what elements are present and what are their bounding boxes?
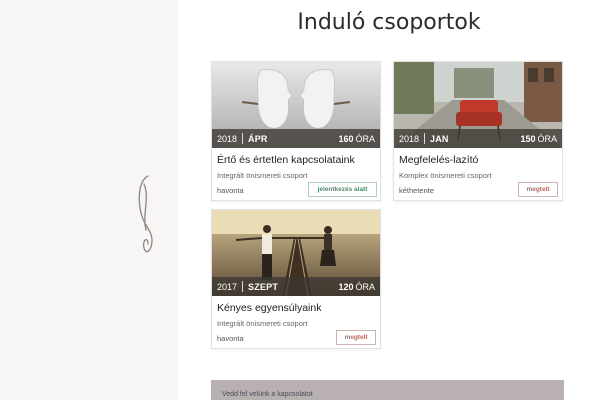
card-hours-unit: ÓRA [355, 133, 375, 144]
card-hours-unit: ÓRA [537, 133, 557, 144]
card-frequency: kéthetente [399, 186, 435, 195]
card-hours: 120 ÓRA [338, 282, 375, 292]
card-hours: 150 ÓRA [520, 134, 557, 144]
course-card[interactable]: 2018 ÁPR 160 ÓRA Értő és értetlen kapcsol… [211, 61, 381, 201]
bar-divider [424, 133, 426, 144]
contact-footer: Vedd fel velünk a kapcsolatot [211, 380, 564, 400]
card-month: ÁPR [248, 133, 268, 144]
full-status-button[interactable]: megtelt [518, 182, 558, 197]
card-title[interactable]: Értő és értetlen kapcsolataink [217, 154, 355, 166]
card-hours-value: 160 [338, 133, 354, 144]
card-hours-value: 120 [338, 281, 354, 292]
swirl-logo-icon [138, 175, 153, 253]
full-status-button[interactable]: megtelt [336, 330, 376, 345]
card-image-red-chair: 2018 JAN 150 ÓRA [394, 62, 562, 148]
card-info-bar: 2017 SZEPT 120 ÓRA [212, 277, 380, 296]
left-decorative-panel [0, 0, 178, 400]
bar-divider [242, 281, 244, 292]
course-card[interactable]: 2018 JAN 150 ÓRA Megfelelés-lazító Komple… [393, 61, 563, 201]
card-month: SZEPT [248, 281, 279, 292]
card-title[interactable]: Megfelelés-lazító [399, 154, 478, 166]
card-month: JAN [430, 133, 449, 144]
card-image-masks: 2018 ÁPR 160 ÓRA [212, 62, 380, 148]
signup-open-button[interactable]: jelentkezés alatt [308, 182, 377, 197]
card-year: 2018 [399, 133, 420, 144]
course-card[interactable]: 2017 SZEPT 120 ÓRA Kényes egyensúlyaink I… [211, 209, 381, 349]
card-image-railway: 2017 SZEPT 120 ÓRA [212, 210, 380, 296]
page-title: Induló csoportok [297, 10, 481, 35]
card-year: 2018 [217, 133, 238, 144]
card-year: 2017 [217, 281, 238, 292]
card-frequency: havonta [217, 334, 244, 343]
card-title[interactable]: Kényes egyensúlyaink [217, 302, 321, 314]
card-info-bar: 2018 JAN 150 ÓRA [394, 129, 562, 148]
card-info-bar: 2018 ÁPR 160 ÓRA [212, 129, 380, 148]
card-subtitle: Integrált önismereti csoport [217, 171, 308, 180]
card-hours-value: 150 [520, 133, 536, 144]
bar-divider [242, 133, 244, 144]
card-frequency: havonta [217, 186, 244, 195]
card-hours: 160 ÓRA [338, 134, 375, 144]
card-hours-unit: ÓRA [355, 281, 375, 292]
card-subtitle: Integrált önismereti csoport [217, 319, 308, 328]
contact-link[interactable]: Vedd fel velünk a kapcsolatot [222, 391, 313, 398]
card-subtitle: Komplex önismereti csoport [399, 171, 492, 180]
